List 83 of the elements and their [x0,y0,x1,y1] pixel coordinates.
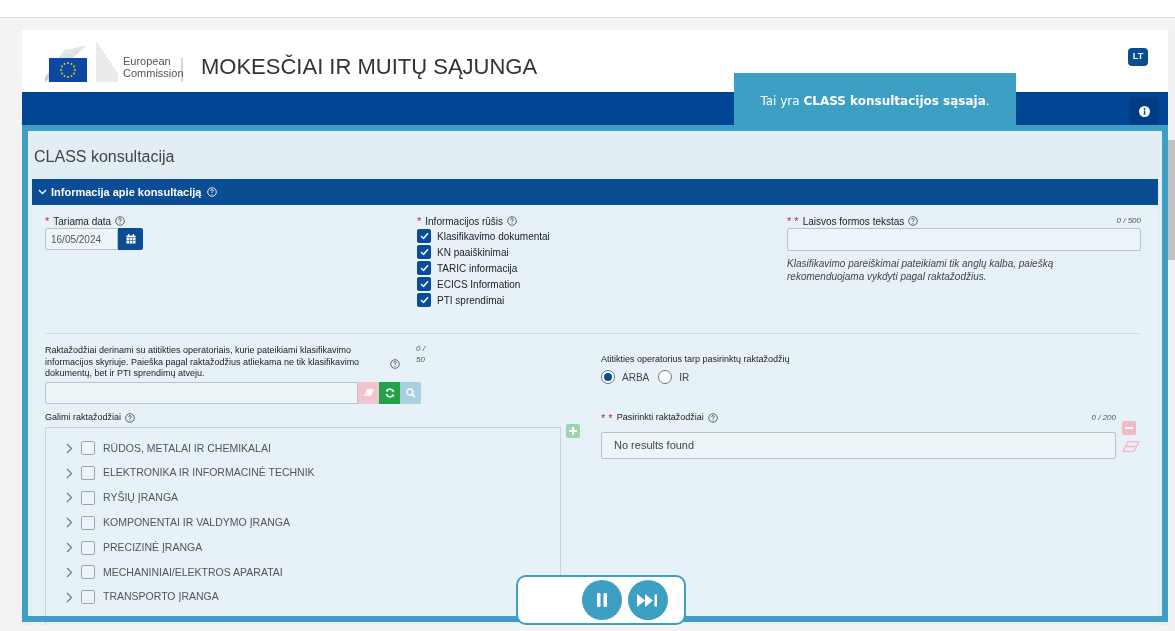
help-icon[interactable] [908,216,919,226]
section-header[interactable]: Informacija apie konsultaciją [32,179,1158,205]
search-icon [405,387,416,398]
help-icon[interactable] [507,216,518,226]
info-icon [1138,105,1150,117]
checkbox-label: Klasifikavimo dokumentai [437,229,550,244]
help-icon[interactable] [390,359,401,369]
skip-icon [637,593,659,607]
minus-icon [1125,427,1133,429]
plus-icon [569,427,577,435]
site-title: MOKESČIAI IR MUITŲ SĄJUNGA [201,52,538,81]
tree-item-label[interactable]: KOMPONENTAI IR VALDYMO ĮRANGA [103,514,290,531]
checkbox[interactable] [417,277,431,291]
radio-button[interactable] [658,370,673,384]
page-heading: CLASS konsultacija [33,147,176,167]
checkbox[interactable] [81,515,95,530]
info-button[interactable] [1130,97,1158,125]
field-label: Atitikties operatorius tarp pasirinktų raktažodžių [601,353,790,366]
pause-button[interactable] [582,580,622,620]
checkbox[interactable] [417,245,431,259]
skip-button[interactable] [628,580,668,620]
pause-icon [596,593,608,607]
help-icon[interactable] [707,413,718,423]
help-icon [207,187,218,197]
tree-item-label[interactable]: PRECIZINĖ ĮRANGA [103,539,203,556]
expand-icon[interactable] [66,591,73,603]
radio-label: IR [679,370,690,385]
calendar-icon [125,234,136,244]
checkbox[interactable] [81,466,95,481]
checkbox[interactable] [417,261,431,275]
character-counter: 0 / 500 [1116,215,1141,227]
date-input[interactable]: 16/05/2024 [45,228,118,250]
checkbox-label: PTI sprendimai [437,293,505,308]
refresh-button[interactable] [379,381,400,404]
language-badge[interactable]: LT [1128,48,1148,66]
tree-item-label[interactable]: ELEKTRONIKA IR INFORMACINĖ TECHNIK [103,465,315,482]
logo-text: Commission [123,67,185,79]
radio-button[interactable] [601,370,615,384]
tree-item-label[interactable]: TRANSPORTO ĮRANGA [103,589,219,606]
character-counter: 50 [416,354,425,365]
empty-message: No results found [614,438,695,454]
field-label: Laisvos formos tekstas [802,214,905,229]
checkbox[interactable] [81,491,95,505]
expand-icon[interactable] [66,566,73,578]
field-label: Raktažodžiai derinami su atitikties operatoriais, kurie pateikiami klasifikavimo informacijos skyriuje. Paieška pagal raktažodžius atliekama ne tik klasifikavimo dokumentų, bet ir PTI sprendimų atveju. [45,345,361,380]
checkbox-label: TARIC informacija [437,261,518,276]
expand-icon[interactable] [66,542,73,554]
expand-icon[interactable] [66,492,73,504]
checkbox-label: KN paaiškinimai [437,245,509,260]
expand-icon[interactable] [66,442,73,454]
checkbox-label: ECICS Information [437,277,521,292]
required-mark: * * [787,213,799,229]
character-counter: 0 / [416,343,425,354]
checkbox[interactable] [417,229,431,243]
help-icon[interactable] [115,216,126,226]
radio-label: ARBA [622,370,650,385]
required-mark: * [45,213,50,229]
expand-icon[interactable] [66,517,73,529]
eraser-icon [363,389,374,396]
required-mark: * * [601,410,613,426]
calendar-button[interactable] [118,228,143,250]
tooltip-text: Tai yra CLASS konsultacijos sąsaja. [760,92,990,110]
checkbox[interactable] [81,540,95,555]
tree-item-label[interactable]: RYŠIŲ ĮRANGA [103,490,179,506]
text-input[interactable] [787,228,1141,251]
checkbox[interactable] [81,441,95,456]
field-label: Pasirinkti raktažodžiai [616,411,704,425]
refresh-icon [384,387,395,398]
hint-text: Klasifikavimo pareiškimai pateikiami tik anglų kalba, paiešką rekomenduojama vykdyti pagal raktažodžius. [787,257,1055,283]
character-counter: 0 / 200 [1091,412,1116,424]
checkbox[interactable] [81,590,95,605]
field-label: Galimi raktažodžiai [45,411,122,425]
required-mark: * [417,213,422,229]
tree-item-label[interactable]: MECHANINIAI/ELEKTROS APARATAI [103,564,283,581]
tree-item-label[interactable]: RŪDOS, METALAI IR CHEMIKALAI [103,440,271,457]
help-icon[interactable] [125,413,136,423]
keyword-input[interactable] [45,381,358,404]
checkbox[interactable] [81,565,95,580]
field-label: Tariama data [53,214,112,229]
logo-text: European [123,55,172,67]
field-label: Informacijos rūšis [425,214,504,229]
checkbox[interactable] [417,293,431,307]
expand-icon[interactable] [66,467,73,479]
